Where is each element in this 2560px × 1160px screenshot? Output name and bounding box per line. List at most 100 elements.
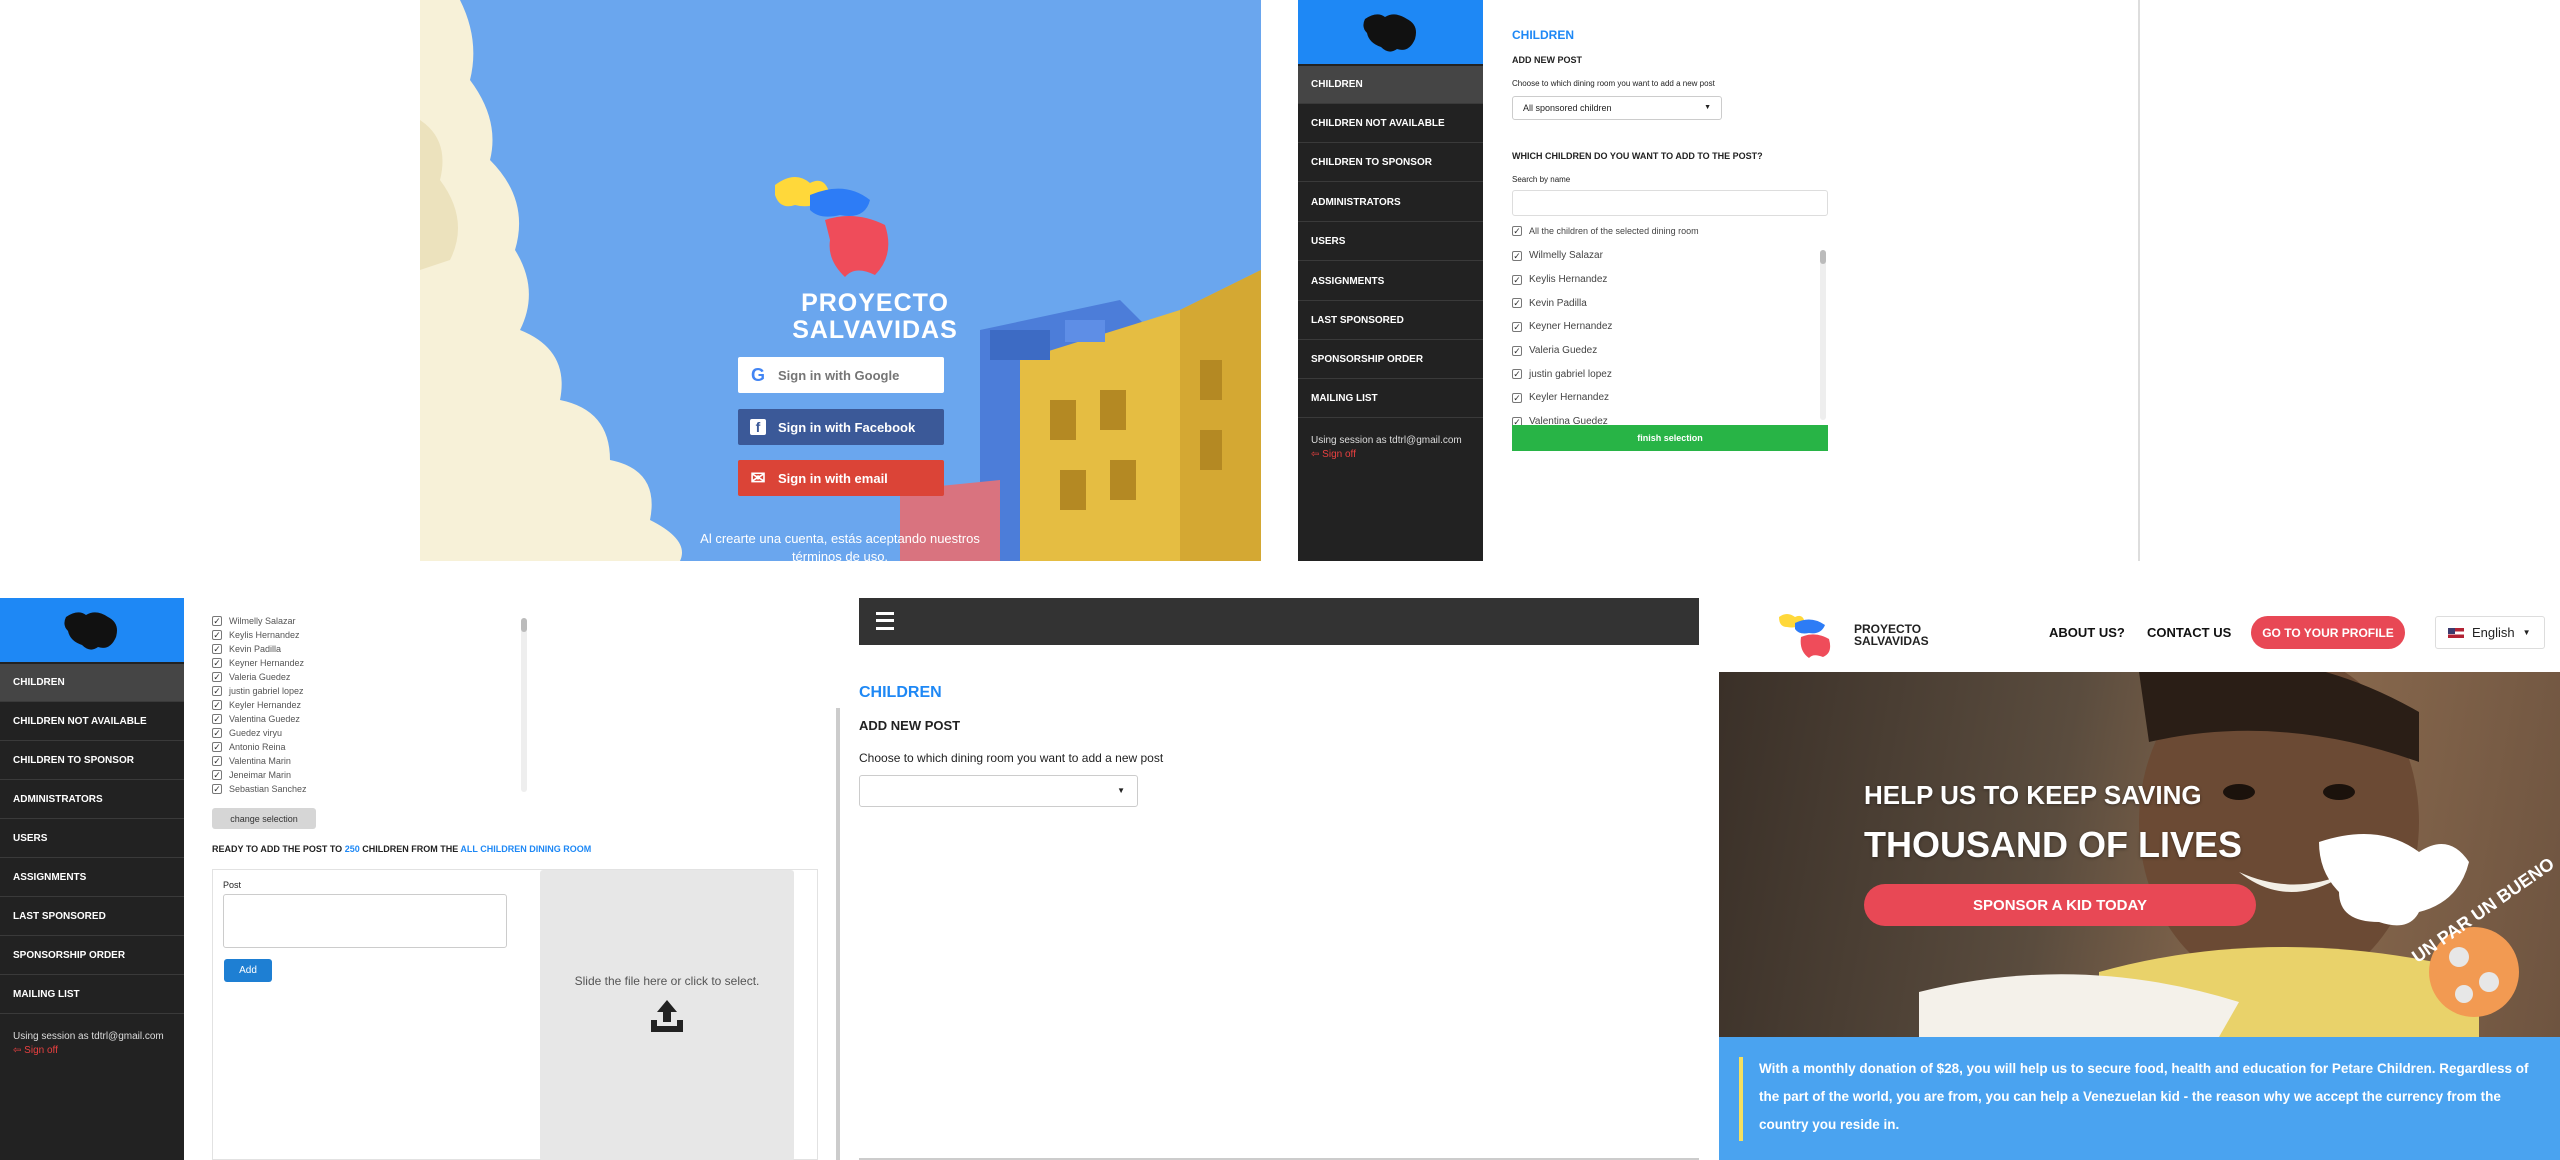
sidebar-item-users[interactable]: USERS <box>1298 223 1483 261</box>
sidebar-item-children[interactable]: CHILDREN <box>0 664 184 702</box>
ready-post-panel: CHILDREN CHILDREN NOT AVAILABLE CHILDREN… <box>0 598 840 1160</box>
checkbox-checked[interactable]: ✓ <box>212 630 222 640</box>
list-item[interactable]: ✓ Keylis Hernandez <box>1512 268 1812 292</box>
quote-stripe <box>1739 1057 1743 1141</box>
sponsor-button[interactable]: SPONSOR A KID TODAY <box>1864 884 2256 926</box>
scrollbar-thumb[interactable] <box>1820 250 1826 264</box>
checkbox-checked[interactable]: ✓ <box>212 742 222 752</box>
profile-button[interactable]: GO TO YOUR PROFILE <box>2251 616 2405 649</box>
sidebar-item-last-sponsored[interactable]: LAST SPONSORED <box>0 898 184 936</box>
add-button[interactable]: Add <box>224 959 272 982</box>
google-icon: G <box>750 364 765 385</box>
sidebar-item-children[interactable]: CHILDREN <box>1298 66 1483 104</box>
list-item[interactable]: ✓ justin gabriel lopez <box>212 684 512 698</box>
list-item[interactable]: ✓ Keylis Hernandez <box>212 628 512 642</box>
facebook-signin-label: Sign in with Facebook <box>778 419 916 435</box>
search-input[interactable] <box>1512 190 1828 216</box>
list-item[interactable]: ✓ Valentina Marin <box>212 754 512 768</box>
child-name: Keylis Hernandez <box>229 630 300 640</box>
dining-prompt: Choose to which dining room you want to … <box>859 751 1164 765</box>
sidebar-item-children-not-available[interactable]: CHILDREN NOT AVAILABLE <box>0 703 184 741</box>
checkbox-checked[interactable]: ✓ <box>1512 274 1522 285</box>
language-select[interactable]: English ▼ <box>2435 616 2545 649</box>
checkbox-checked[interactable]: ✓ <box>1512 392 1522 403</box>
list-item[interactable]: ✓ justin gabriel lopez <box>1512 362 1812 386</box>
list-item[interactable]: ✓ Wilmelly Salazar <box>212 614 512 628</box>
checkbox-checked[interactable]: ✓ <box>1512 298 1522 309</box>
hamburger-icon[interactable] <box>876 610 894 632</box>
checkbox-checked[interactable]: ✓ <box>212 784 222 794</box>
child-name: Keyler Hernandez <box>1529 392 1610 404</box>
caret-down-icon: ▼ <box>2522 628 2531 637</box>
all-children-option[interactable]: ✓ All the children of the selected dinin… <box>1512 226 1699 236</box>
nav-contact[interactable]: CONTACT US <box>2147 625 2231 640</box>
panel-scrollbar[interactable] <box>836 708 840 1160</box>
sidebar-item-administrators[interactable]: ADMINISTRATORS <box>0 781 184 819</box>
checkbox-checked[interactable]: ✓ <box>212 756 222 766</box>
list-item[interactable]: ✓ Jeneimar Marin <box>212 768 512 782</box>
checkbox-checked[interactable]: ✓ <box>1512 226 1522 236</box>
finish-selection-button[interactable]: finish selection <box>1512 425 1828 451</box>
list-item[interactable]: ✓ Sebastian Sanchez <box>212 782 512 796</box>
section-title: CHILDREN <box>1512 28 1574 42</box>
checkbox-checked[interactable]: ✓ <box>212 616 222 626</box>
checkbox-checked[interactable]: ✓ <box>212 672 222 682</box>
checkbox-checked[interactable]: ✓ <box>212 700 222 710</box>
sidebar-item-users[interactable]: USERS <box>0 820 184 858</box>
checkbox-checked[interactable]: ✓ <box>212 658 222 668</box>
scrollbar-thumb[interactable] <box>521 618 527 632</box>
list-item[interactable]: ✓ Kevin Padilla <box>1512 291 1812 315</box>
list-item[interactable]: ✓ Keyner Hernandez <box>1512 315 1812 339</box>
ready-prefix: READY TO ADD THE POST TO <box>212 844 345 854</box>
dining-room-select[interactable]: All sponsored children ▼ <box>1512 96 1722 120</box>
sidebar-item-sponsorship-order[interactable]: SPONSORSHIP ORDER <box>0 937 184 975</box>
scrollbar[interactable] <box>521 618 527 792</box>
list-item[interactable]: ✓ Guedez viryu <box>212 726 512 740</box>
select-children-panel: CHILDREN CHILDREN NOT AVAILABLE CHILDREN… <box>1298 0 2140 561</box>
sidebar-item-last-sponsored[interactable]: LAST SPONSORED <box>1298 302 1483 340</box>
list-item[interactable]: ✓ Valentina Guedez <box>212 712 512 726</box>
sign-off-link[interactable]: ⇦ Sign off <box>1311 448 1462 462</box>
sidebar-item-mailing-list[interactable]: MAILING LIST <box>1298 380 1483 418</box>
checkbox-checked[interactable]: ✓ <box>1512 250 1522 261</box>
mail-icon: ✉ <box>750 467 766 488</box>
list-item[interactable]: ✓ Wilmelly Salazar <box>1512 244 1812 268</box>
sign-off-link[interactable]: ⇦ Sign off <box>13 1044 164 1058</box>
list-item[interactable]: ✓ Valentina Guedez <box>1512 410 1812 426</box>
list-item[interactable]: ✓ Valeria Guedez <box>212 670 512 684</box>
facebook-signin-button[interactable]: f Sign in with Facebook <box>738 409 944 445</box>
sidebar-item-mailing-list[interactable]: MAILING LIST <box>0 976 184 1014</box>
sidebar-item-children-to-sponsor[interactable]: CHILDREN TO SPONSOR <box>0 742 184 780</box>
checkbox-checked[interactable]: ✓ <box>212 770 222 780</box>
checkbox-checked[interactable]: ✓ <box>212 644 222 654</box>
list-item[interactable]: ✓ Valeria Guedez <box>1512 339 1812 363</box>
post-textarea[interactable] <box>223 894 507 948</box>
checkbox-checked[interactable]: ✓ <box>212 728 222 738</box>
checkbox-checked[interactable]: ✓ <box>212 686 222 696</box>
list-item[interactable]: ✓ Antonio Reina <box>212 740 512 754</box>
child-name: Keyner Hernandez <box>229 658 305 668</box>
sidebar-item-children-to-sponsor[interactable]: CHILDREN TO SPONSOR <box>1298 144 1483 182</box>
sidebar-item-children-not-available[interactable]: CHILDREN NOT AVAILABLE <box>1298 105 1483 143</box>
checkbox-checked[interactable]: ✓ <box>1512 345 1522 356</box>
nav-about[interactable]: ABOUT US? <box>2049 625 2125 640</box>
all-children-label: All the children of the selected dining … <box>1529 226 1699 236</box>
checkbox-checked[interactable]: ✓ <box>1512 369 1522 380</box>
list-item[interactable]: ✓ Keyler Hernandez <box>212 698 512 712</box>
sidebar-item-assignments[interactable]: ASSIGNMENTS <box>0 859 184 897</box>
email-signin-button[interactable]: ✉ Sign in with email <box>738 460 944 496</box>
list-item[interactable]: ✓ Kevin Padilla <box>212 642 512 656</box>
change-selection-button[interactable]: change selection <box>212 808 316 829</box>
dining-room-select[interactable]: ▼ <box>859 775 1138 807</box>
terms-link[interactable]: términos de uso. <box>680 548 1000 561</box>
checkbox-checked[interactable]: ✓ <box>212 714 222 724</box>
list-item[interactable]: ✓ Keyler Hernandez <box>1512 386 1812 410</box>
list-item[interactable]: ✓ Keyner Hernandez <box>212 656 512 670</box>
sidebar-item-administrators[interactable]: ADMINISTRATORS <box>1298 184 1483 222</box>
sidebar-item-sponsorship-order[interactable]: SPONSORSHIP ORDER <box>1298 341 1483 379</box>
scrollbar[interactable] <box>1820 250 1826 420</box>
checkbox-checked[interactable]: ✓ <box>1512 321 1522 332</box>
file-dropzone[interactable]: Slide the file here or click to select. <box>540 870 794 1160</box>
google-signin-button[interactable]: G Sign in with Google <box>738 357 944 393</box>
sidebar-item-assignments[interactable]: ASSIGNMENTS <box>1298 263 1483 301</box>
